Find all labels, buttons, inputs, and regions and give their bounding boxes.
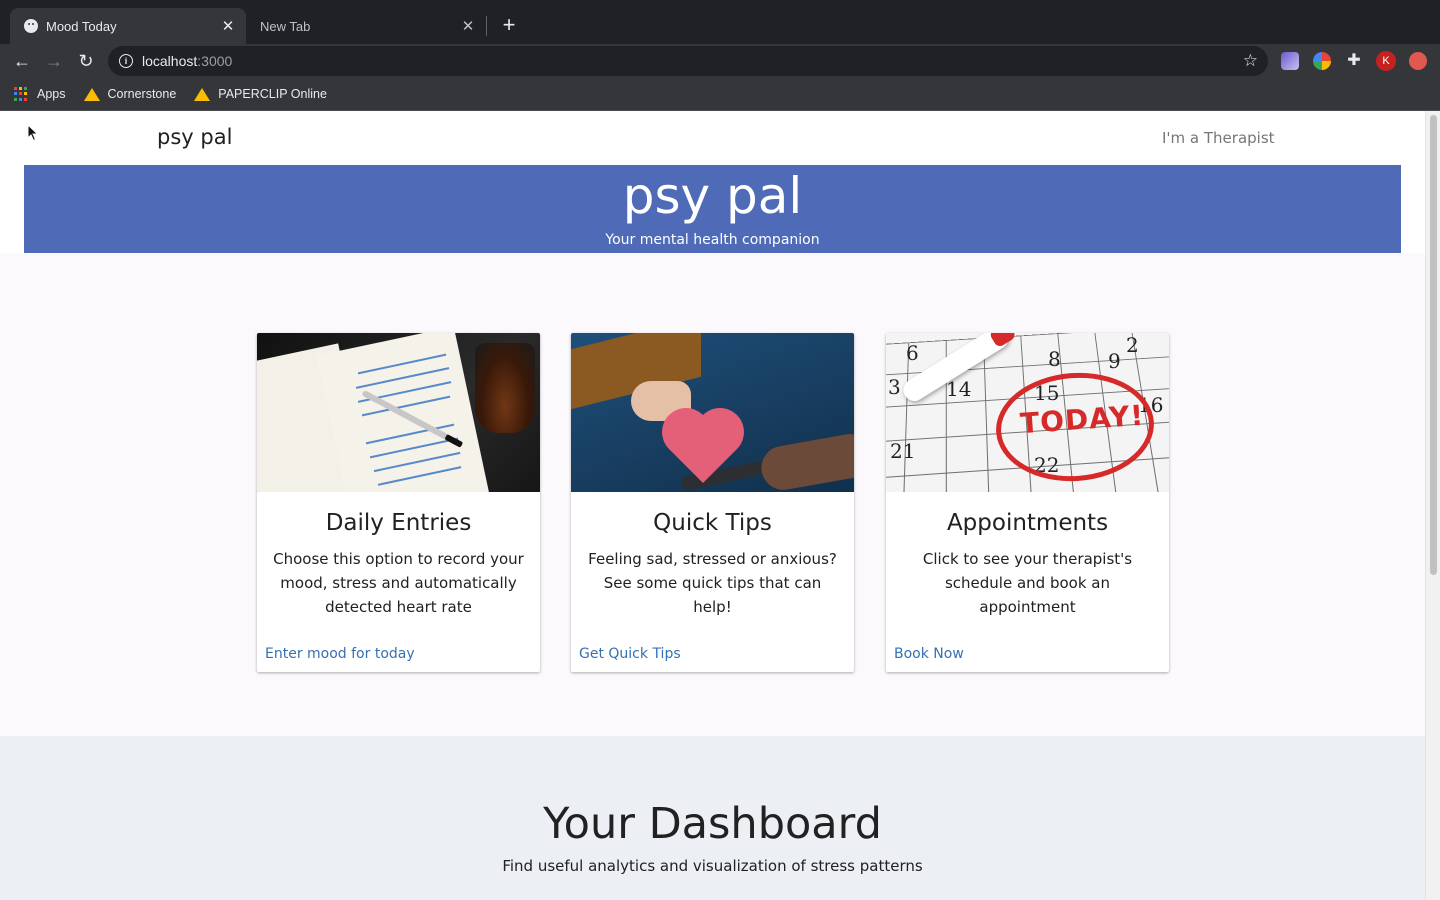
get-quick-tips-link[interactable]: Get Quick Tips <box>579 646 681 662</box>
site-info-icon[interactable]: i <box>119 54 133 68</box>
browser-toolbar: ← → ↻ i localhost :3000 ☆ ✚ K <box>0 44 1440 78</box>
card-description: Choose this option to record your mood, … <box>273 550 524 616</box>
smiley-favicon-icon <box>24 19 38 33</box>
card-title: Quick Tips <box>653 510 772 536</box>
hero-banner: psy pal Your mental health companion <box>24 165 1401 253</box>
calendar-number: 2 <box>1126 333 1139 357</box>
calendar-number: 8 <box>1048 347 1061 371</box>
address-bar[interactable]: i localhost :3000 ☆ <box>108 46 1268 76</box>
extensions-puzzle-icon[interactable]: ✚ <box>1345 52 1363 70</box>
tab-separator <box>486 16 487 36</box>
back-arrow-icon[interactable]: ← <box>9 48 35 74</box>
page-content: psy pal I'm a Therapist psy pal Your men… <box>0 111 1425 900</box>
extension-screen-icon[interactable] <box>1281 52 1299 70</box>
card-daily-entries: Daily Entries Choose this option to reco… <box>257 333 540 672</box>
hero-title: psy pal <box>622 167 803 225</box>
bookmarks-bar: Apps Cornerstone PAPERCLIP Online <box>0 78 1440 111</box>
bookmark-label: Apps <box>37 87 66 101</box>
card-description: Feeling sad, stressed or anxious? See so… <box>588 550 837 616</box>
browser-chrome: Mood Today ✕ New Tab ✕ + ← → ↻ i localho… <box>0 0 1440 111</box>
hero-subtitle: Your mental health companion <box>605 232 820 248</box>
card-title: Daily Entries <box>325 510 472 536</box>
bookmark-star-icon[interactable]: ☆ <box>1243 51 1258 71</box>
tab-strip: Mood Today ✕ New Tab ✕ + <box>0 0 1440 44</box>
dashboard-section: Your Dashboard Find useful analytics and… <box>0 736 1425 900</box>
profile-avatar[interactable]: K <box>1376 51 1396 71</box>
tab-mood-today[interactable]: Mood Today ✕ <box>10 8 246 44</box>
calendar-today-image: 6 8 9 2 3 14 15 16 21 22 TODAY! <box>886 333 1169 492</box>
google-drive-icon <box>83 87 100 101</box>
card-appointments: 6 8 9 2 3 14 15 16 21 22 TODAY! Appointm… <box>886 333 1169 672</box>
page-scrollbar[interactable] <box>1425 111 1440 900</box>
enter-mood-link[interactable]: Enter mood for today <box>265 646 415 662</box>
close-tab-icon[interactable]: ✕ <box>460 18 476 35</box>
scrollbar-thumb[interactable] <box>1430 115 1437 575</box>
dashboard-subtitle: Find useful analytics and visualization … <box>502 857 923 875</box>
url-host: localhost <box>142 53 198 69</box>
bookmark-cornerstone[interactable]: Cornerstone <box>83 87 177 101</box>
book-now-link[interactable]: Book Now <box>894 646 964 662</box>
mouse-cursor-icon <box>27 124 39 142</box>
bookmark-label: Cornerstone <box>107 87 177 101</box>
tab-title: Mood Today <box>46 18 117 34</box>
calendar-number: 21 <box>890 439 916 463</box>
bookmark-apps[interactable]: Apps <box>14 87 66 101</box>
dashboard-title: Your Dashboard <box>543 799 882 849</box>
extension-color-wheel-icon[interactable] <box>1313 52 1331 70</box>
forward-arrow-icon[interactable]: → <box>41 48 67 74</box>
top-navbar: psy pal I'm a Therapist <box>0 111 1425 165</box>
calendar-number: 6 <box>906 341 919 365</box>
therapist-link[interactable]: I'm a Therapist <box>1162 129 1275 147</box>
new-tab-plus-icon[interactable]: + <box>498 14 520 36</box>
close-tab-icon[interactable]: ✕ <box>220 18 236 35</box>
card-quick-tips: Quick Tips Feeling sad, stressed or anxi… <box>571 333 854 672</box>
card-title: Appointments <box>946 510 1109 536</box>
calendar-number: 3 <box>888 375 901 399</box>
apps-grid-icon <box>14 87 28 101</box>
brand-logo-text[interactable]: psy pal <box>157 125 232 149</box>
calendar-number: 9 <box>1108 349 1121 373</box>
url-port: :3000 <box>197 53 233 69</box>
heart-handoff-image <box>571 333 854 492</box>
tab-new-tab[interactable]: New Tab ✕ <box>246 8 486 44</box>
journal-notebook-image <box>257 333 540 492</box>
reload-icon[interactable]: ↻ <box>73 48 99 74</box>
tab-title: New Tab <box>260 18 311 34</box>
update-menu-icon[interactable] <box>1409 52 1427 70</box>
bookmark-label: PAPERCLIP Online <box>218 87 327 101</box>
card-description: Click to see your therapist's schedule a… <box>922 550 1133 616</box>
google-drive-icon <box>194 87 211 101</box>
bookmark-paperclip-online[interactable]: PAPERCLIP Online <box>194 87 327 101</box>
